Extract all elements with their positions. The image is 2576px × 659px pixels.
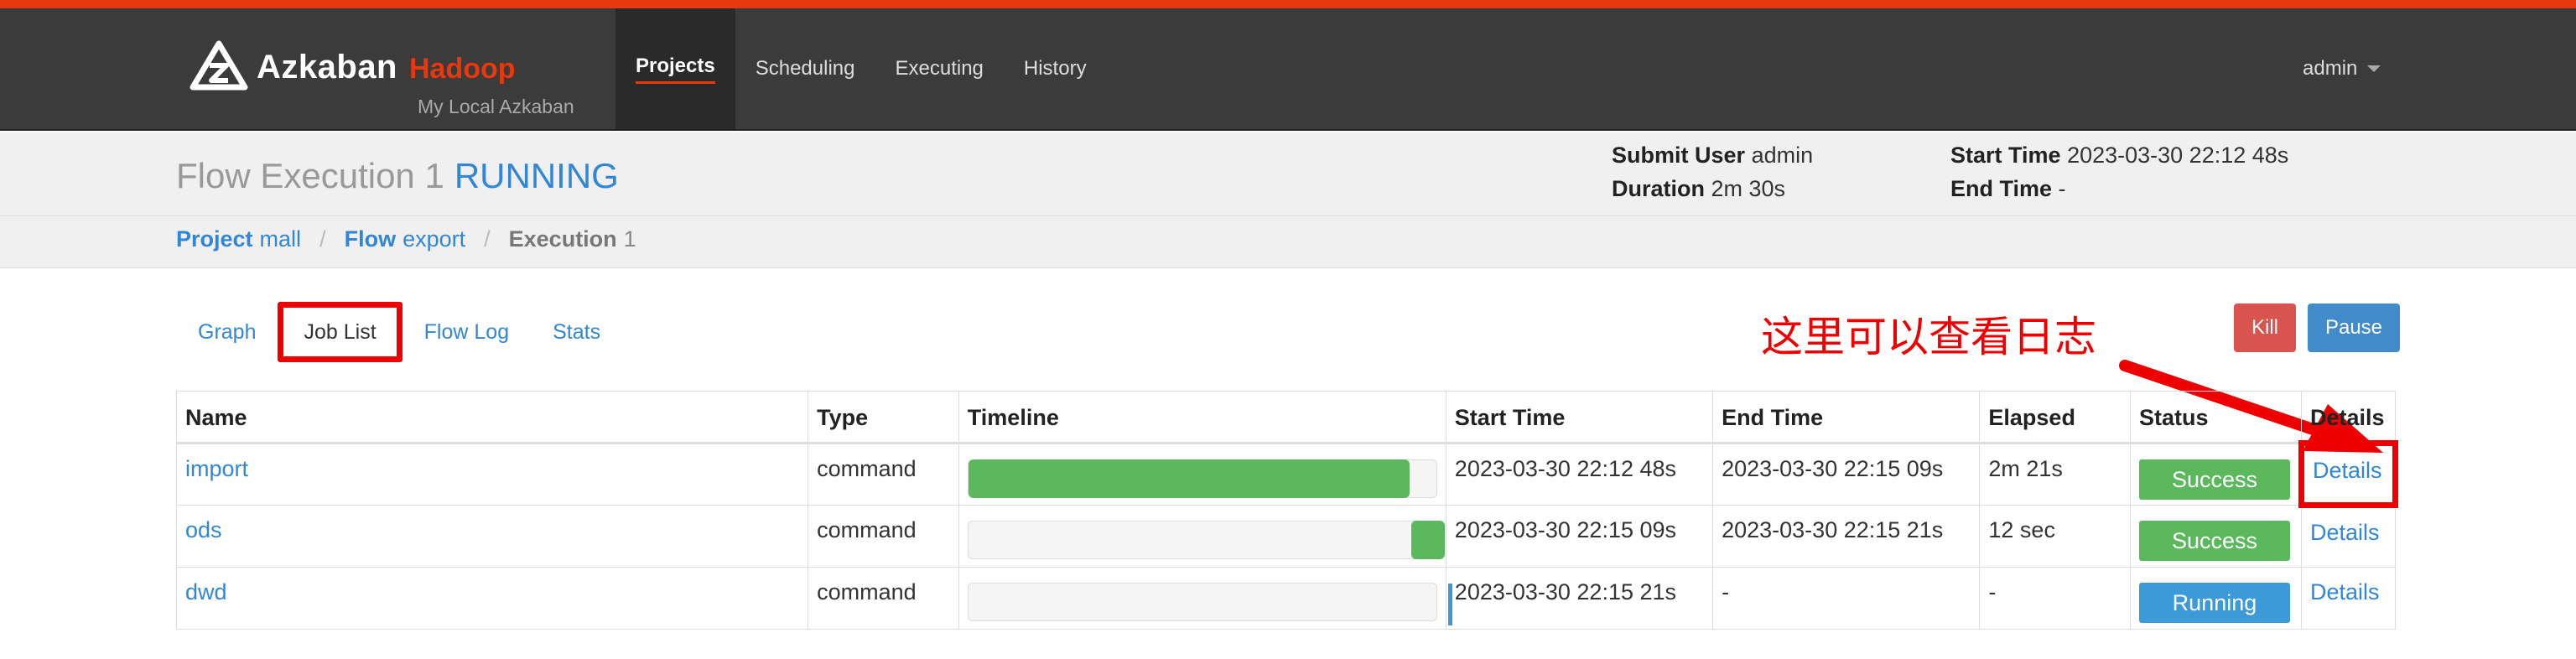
table-header-row: Name Type Timeline Start Time End Time E…	[175, 391, 2397, 444]
user-name: admin	[2303, 57, 2358, 80]
job-type: command	[808, 505, 959, 568]
main-nav: Projects Scheduling Executing History	[615, 8, 1107, 129]
col-status[interactable]: Status	[2129, 391, 2302, 444]
nav-scheduling[interactable]: Scheduling	[735, 8, 875, 129]
tab-stats[interactable]: Stats	[531, 302, 622, 362]
col-timeline: Timeline	[958, 391, 1446, 444]
details-link[interactable]: Details	[2298, 440, 2399, 508]
tab-graph[interactable]: Graph	[176, 302, 278, 362]
crumb-execution: Execution 1	[508, 226, 636, 252]
col-start-time[interactable]: Start Time	[1445, 391, 1714, 444]
table-row: dwd command 2023-03-30 22:15 21s - - Running D…	[175, 567, 2397, 630]
navbar: Azkaban Hadoop My Local Azkaban Projects …	[0, 8, 2576, 131]
job-status: Success	[2129, 443, 2302, 506]
job-end-time: -	[1712, 567, 1981, 630]
job-type: command	[808, 567, 959, 630]
brand-tagline: My Local Azkaban	[418, 96, 574, 117]
tabs: Graph Job List Flow Log Stats	[176, 302, 622, 362]
tab-flow-log[interactable]: Flow Log	[402, 302, 531, 362]
job-name-link[interactable]: import	[175, 443, 809, 506]
meta-duration: Duration 2m 30s	[1612, 176, 1786, 201]
job-timeline	[958, 505, 1446, 568]
crumb-project[interactable]: Project mall	[176, 226, 301, 252]
top-accent-bar	[0, 0, 2576, 8]
meta-end-time: End Time -	[1950, 176, 2066, 201]
job-type: command	[808, 443, 959, 506]
job-start-time: 2023-03-30 22:12 48s	[1445, 443, 1714, 506]
col-type[interactable]: Type	[808, 391, 959, 444]
table-row: import command 2023-03-30 22:12 48s 2023-03…	[175, 440, 2399, 508]
meta-start-time: Start Time 2023-03-30 22:12 48s	[1950, 143, 2289, 168]
nav-history[interactable]: History	[1004, 8, 1107, 129]
col-end-time[interactable]: End Time	[1712, 391, 1981, 444]
job-elapsed: 12 sec	[1979, 505, 2131, 568]
crumb-flow[interactable]: Flow export	[345, 226, 466, 252]
job-timeline	[958, 567, 1452, 630]
job-elapsed: 2m 21s	[1979, 443, 2131, 506]
brand-name: Azkaban	[257, 49, 397, 86]
col-name[interactable]: Name	[175, 391, 809, 444]
details-link[interactable]: Details	[2300, 505, 2397, 568]
table-row: ods command 2023-03-30 22:15 09s 2023-03-30…	[175, 505, 2397, 568]
timeline-bar	[1447, 584, 1452, 625]
job-status: Success	[2129, 505, 2302, 568]
breadcrumb: Project mall / Flow export / Execution 1	[176, 226, 636, 252]
tab-job-list[interactable]: Job List	[278, 302, 402, 362]
user-menu[interactable]: admin	[2303, 8, 2381, 129]
job-name-link[interactable]: dwd	[175, 567, 809, 630]
job-status: Running	[2129, 567, 2302, 630]
timeline-bar	[968, 459, 1410, 498]
page-title: Flow Execution 1 RUNNING	[176, 156, 619, 195]
status-badge: Running	[2138, 583, 2290, 623]
col-details: Details	[2300, 391, 2397, 444]
job-list-table: Name Type Timeline Start Time End Time E…	[175, 391, 2399, 630]
nav-projects[interactable]: Projects	[615, 8, 735, 129]
status-badge: Success	[2138, 521, 2290, 561]
meta-submit-user: Submit User admin	[1612, 143, 1814, 168]
annotation-text: 这里可以查看日志	[1761, 313, 2096, 361]
timeline-bar	[1410, 521, 1445, 559]
azkaban-logo-icon[interactable]	[190, 40, 248, 92]
flow-status: RUNNING	[454, 156, 619, 195]
col-elapsed[interactable]: Elapsed	[1979, 391, 2131, 444]
timeline-track	[967, 583, 1452, 625]
status-badge: Success	[2138, 459, 2290, 500]
timeline-track	[967, 521, 1445, 559]
job-elapsed: -	[1979, 567, 2131, 630]
brand[interactable]: Azkaban Hadoop My Local Azkaban	[257, 49, 574, 117]
job-end-time: 2023-03-30 22:15 09s	[1712, 443, 1981, 506]
brand-hadoop: Hadoop	[409, 53, 516, 85]
job-name-link[interactable]: ods	[175, 505, 809, 568]
details-link[interactable]: Details	[2300, 567, 2397, 630]
job-timeline	[958, 443, 1446, 506]
job-start-time: 2023-03-30 22:15 09s	[1445, 505, 1714, 568]
timeline-track	[967, 459, 1437, 498]
nav-executing[interactable]: Executing	[875, 8, 1003, 129]
job-start-time: 2023-03-30 22:15 21s	[1445, 567, 1714, 630]
job-end-time: 2023-03-30 22:15 21s	[1712, 505, 1981, 568]
caret-down-icon	[2367, 65, 2381, 72]
